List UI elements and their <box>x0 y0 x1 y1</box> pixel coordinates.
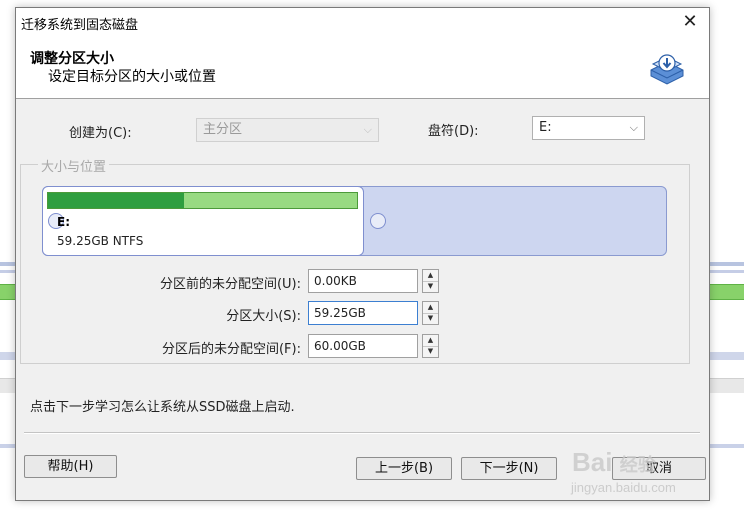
chevron-down-icon: ⌵ <box>629 121 638 134</box>
header-subtitle: 设定目标分区的大小或位置 <box>48 69 216 85</box>
before-space-input[interactable]: 0.00KB <box>308 269 418 293</box>
title-bar: 迁移系统到固态磁盘 ✕ <box>16 8 709 38</box>
boot-hint-text: 点击下一步学习怎么让系统从SSD磁盘上启动. <box>30 400 295 415</box>
create-as-value: 主分区 <box>203 122 243 137</box>
back-button[interactable]: 上一步(B) <box>356 457 452 480</box>
after-space-spinner[interactable]: ▲ ▼ <box>422 334 439 358</box>
header-title: 调整分区大小 <box>30 51 114 67</box>
close-icon[interactable]: ✕ <box>677 10 703 34</box>
spin-down-icon[interactable]: ▼ <box>423 281 438 292</box>
partition-size-spinner[interactable]: ▲ ▼ <box>422 301 439 325</box>
partition-usage-fill <box>48 193 184 208</box>
drive-letter-value: E: <box>539 120 552 135</box>
partition-name: E: <box>57 215 70 229</box>
help-button[interactable]: 帮助(H) <box>24 455 117 478</box>
spin-down-icon[interactable]: ▼ <box>423 313 438 324</box>
before-space-label: 分区前的未分配空间(U): <box>159 277 301 292</box>
wizard-header: 调整分区大小 设定目标分区的大小或位置 <box>16 38 709 99</box>
next-button[interactable]: 下一步(N) <box>461 457 557 480</box>
spin-down-icon[interactable]: ▼ <box>423 346 438 357</box>
resize-handle-right[interactable] <box>370 213 386 229</box>
before-space-spinner[interactable]: ▲ ▼ <box>422 269 439 293</box>
watermark-brand: Bai 经验 <box>572 447 656 477</box>
drive-letter-label: 盘符(D): <box>428 124 479 139</box>
partition-size-label: 分区大小(S): <box>226 309 301 324</box>
group-legend: 大小与位置 <box>38 156 110 175</box>
chevron-down-icon: ⌵ <box>363 123 372 136</box>
after-space-input[interactable]: 60.00GB <box>308 334 418 358</box>
partition-usage-bar <box>47 192 358 209</box>
drive-letter-select[interactable]: E: ⌵ <box>532 116 645 140</box>
after-space-label: 分区后的未分配空间(F): <box>161 342 301 357</box>
watermark-url: jingyan.baidu.com <box>571 480 676 495</box>
footer-separator <box>24 432 700 434</box>
partition-size-input[interactable]: 59.25GB <box>308 301 418 325</box>
disk-arrow-icon <box>650 54 684 85</box>
partition-info: 59.25GB NTFS <box>57 234 144 248</box>
create-as-label: 创建为(C): <box>69 126 132 141</box>
dialog-title: 迁移系统到固态磁盘 <box>21 18 139 33</box>
create-as-select[interactable]: 主分区 ⌵ <box>196 118 379 142</box>
